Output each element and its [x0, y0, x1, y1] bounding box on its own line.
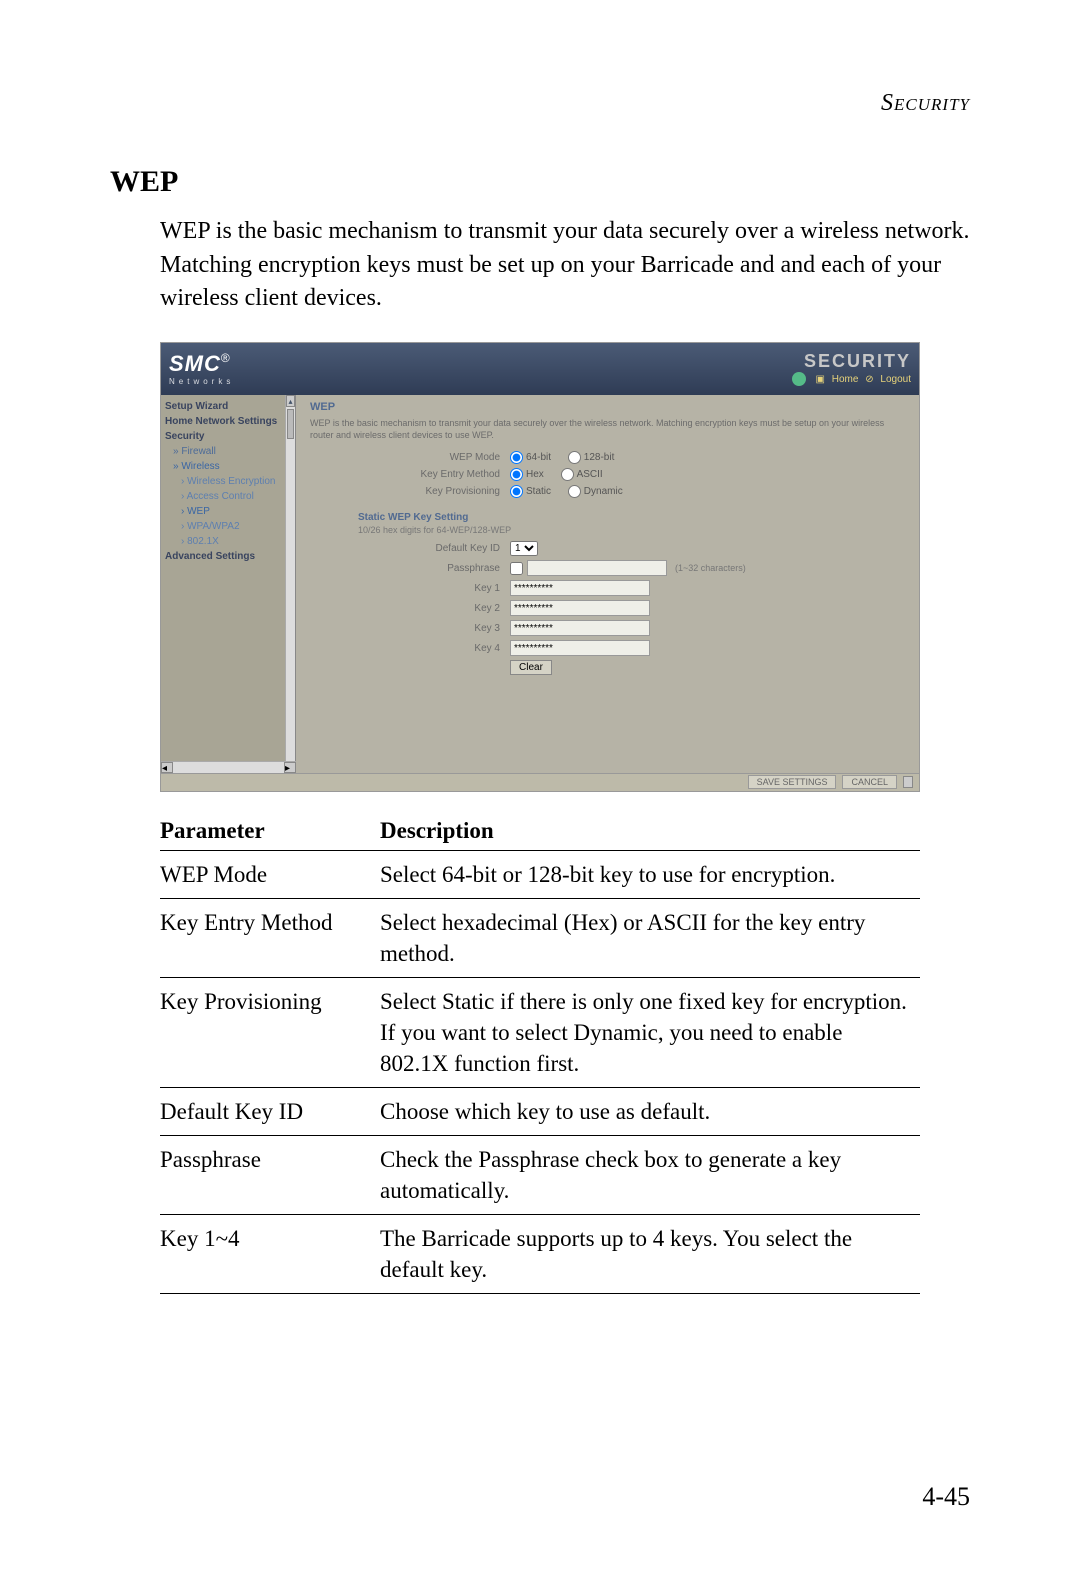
entry-hex[interactable]: Hex — [510, 469, 544, 480]
content-pane: WEP WEP is the basic mechanism to transm… — [296, 395, 919, 773]
key3-input[interactable] — [510, 620, 650, 636]
radio-hex[interactable] — [510, 468, 523, 481]
cancel-button[interactable]: CANCEL — [842, 775, 897, 789]
entry-ascii[interactable]: ASCII — [561, 469, 603, 480]
param-cell: WEP Mode — [160, 850, 380, 898]
scroll-thumb[interactable] — [287, 409, 294, 439]
breadcrumb: Security — [110, 90, 970, 117]
home-link[interactable]: ▣ Home — [816, 374, 859, 385]
resize-grip-icon[interactable] — [903, 776, 913, 788]
sidebar-item-8021x[interactable]: › 802.1X — [165, 534, 291, 549]
passphrase-note: (1~32 characters) — [675, 563, 746, 573]
sidebar-item-access-control[interactable]: › Access Control — [165, 489, 291, 504]
logo-text: SMC — [169, 351, 221, 376]
table-row: Key ProvisioningSelect Static if there i… — [160, 977, 920, 1087]
sidebar-item-setup-wizard[interactable]: Setup Wizard — [165, 399, 291, 414]
sidebar-item-advanced[interactable]: Advanced Settings — [165, 549, 291, 564]
sidebar-item-home-network[interactable]: Home Network Settings — [165, 414, 291, 429]
logout-link[interactable]: ⊘ Logout — [865, 374, 911, 385]
provisioning-label: Key Provisioning — [310, 486, 510, 497]
entry-method-label: Key Entry Method — [310, 469, 510, 480]
hex-hint: 10/26 hex digits for 64-WEP/128-WEP — [358, 525, 905, 535]
hscroll-right-icon[interactable]: ▸ — [284, 762, 296, 773]
key2-input[interactable] — [510, 600, 650, 616]
table-row: Key 1~4The Barricade supports up to 4 ke… — [160, 1215, 920, 1294]
desc-cell: Select hexadecimal (Hex) or ASCII for th… — [380, 898, 920, 977]
hscroll-left-icon[interactable]: ◂ — [161, 762, 173, 773]
static-key-heading: Static WEP Key Setting — [358, 512, 905, 523]
key1-input[interactable] — [510, 580, 650, 596]
default-key-select[interactable]: 1 — [510, 541, 538, 556]
wep-mode-128[interactable]: 128-bit — [568, 452, 615, 463]
sidebar-scrollbar[interactable]: ▴ ▾ — [285, 395, 295, 773]
sidebar-item-firewall[interactable]: » Firewall — [165, 444, 291, 459]
desc-cell: Select Static if there is only one fixed… — [380, 977, 920, 1087]
banner-right: SECURITY ▣ Home ⊘ Logout — [788, 351, 911, 386]
sidebar-item-wep[interactable]: › WEP — [165, 504, 291, 519]
radio-dynamic[interactable] — [568, 485, 581, 498]
passphrase-checkbox[interactable] — [510, 562, 523, 575]
radio-static[interactable] — [510, 485, 523, 498]
table-row: WEP ModeSelect 64-bit or 128-bit key to … — [160, 850, 920, 898]
footer-bar: SAVE SETTINGS CANCEL — [161, 773, 919, 791]
wep-mode-64[interactable]: 64-bit — [510, 452, 551, 463]
intro-text: WEP is the basic mechanism to transmit y… — [160, 215, 970, 316]
key1-label: Key 1 — [310, 583, 510, 594]
table-row: Key Entry MethodSelect hexadecimal (Hex)… — [160, 898, 920, 977]
prov-static[interactable]: Static — [510, 486, 551, 497]
th-parameter: Parameter — [160, 812, 380, 851]
param-cell: Passphrase — [160, 1136, 380, 1215]
section-title: WEP — [110, 165, 970, 199]
th-description: Description — [380, 812, 920, 851]
save-settings-button[interactable]: SAVE SETTINGS — [748, 775, 837, 789]
router-screenshot: SMC® Networks SECURITY ▣ Home ⊘ Logout S… — [160, 342, 920, 792]
logo-subtext: Networks — [169, 377, 234, 386]
wep-mode-label: WEP Mode — [310, 452, 510, 463]
clear-button[interactable]: Clear — [510, 660, 552, 675]
scroll-up-icon[interactable]: ▴ — [286, 395, 295, 407]
param-cell: Key Entry Method — [160, 898, 380, 977]
param-cell: Key 1~4 — [160, 1215, 380, 1294]
globe-icon — [792, 372, 806, 386]
desc-cell: The Barricade supports up to 4 keys. You… — [380, 1215, 920, 1294]
sidebar-item-wireless-encryption[interactable]: › Wireless Encryption — [165, 474, 291, 489]
default-key-label: Default Key ID — [310, 543, 510, 554]
sidebar: Setup Wizard Home Network Settings Secur… — [161, 395, 296, 773]
logo: SMC® Networks — [169, 351, 234, 386]
sidebar-item-wireless[interactable]: » Wireless — [165, 459, 291, 474]
banner-title: SECURITY — [788, 351, 911, 372]
content-desc: WEP is the basic mechanism to transmit y… — [310, 417, 905, 441]
desc-cell: Select 64-bit or 128-bit key to use for … — [380, 850, 920, 898]
key2-label: Key 2 — [310, 603, 510, 614]
content-title: WEP — [310, 401, 905, 413]
screenshot-header: SMC® Networks SECURITY ▣ Home ⊘ Logout — [161, 343, 919, 395]
h-scrollbar[interactable]: ◂ ▸ — [161, 761, 296, 773]
param-cell: Default Key ID — [160, 1088, 380, 1136]
table-row: Default Key IDChoose which key to use as… — [160, 1088, 920, 1136]
radio-128bit[interactable] — [568, 451, 581, 464]
desc-cell: Choose which key to use as default. — [380, 1088, 920, 1136]
passphrase-label: Passphrase — [310, 563, 510, 574]
parameter-table: Parameter Description WEP ModeSelect 64-… — [160, 812, 920, 1295]
key4-label: Key 4 — [310, 643, 510, 654]
radio-64bit[interactable] — [510, 451, 523, 464]
param-cell: Key Provisioning — [160, 977, 380, 1087]
page-number: 4-45 — [922, 1482, 970, 1512]
sidebar-item-security[interactable]: Security — [165, 429, 291, 444]
passphrase-input[interactable] — [527, 560, 667, 576]
table-row: PassphraseCheck the Passphrase check box… — [160, 1136, 920, 1215]
key4-input[interactable] — [510, 640, 650, 656]
prov-dynamic[interactable]: Dynamic — [568, 486, 623, 497]
key3-label: Key 3 — [310, 623, 510, 634]
sidebar-item-wpa[interactable]: › WPA/WPA2 — [165, 519, 291, 534]
radio-ascii[interactable] — [561, 468, 574, 481]
desc-cell: Check the Passphrase check box to genera… — [380, 1136, 920, 1215]
